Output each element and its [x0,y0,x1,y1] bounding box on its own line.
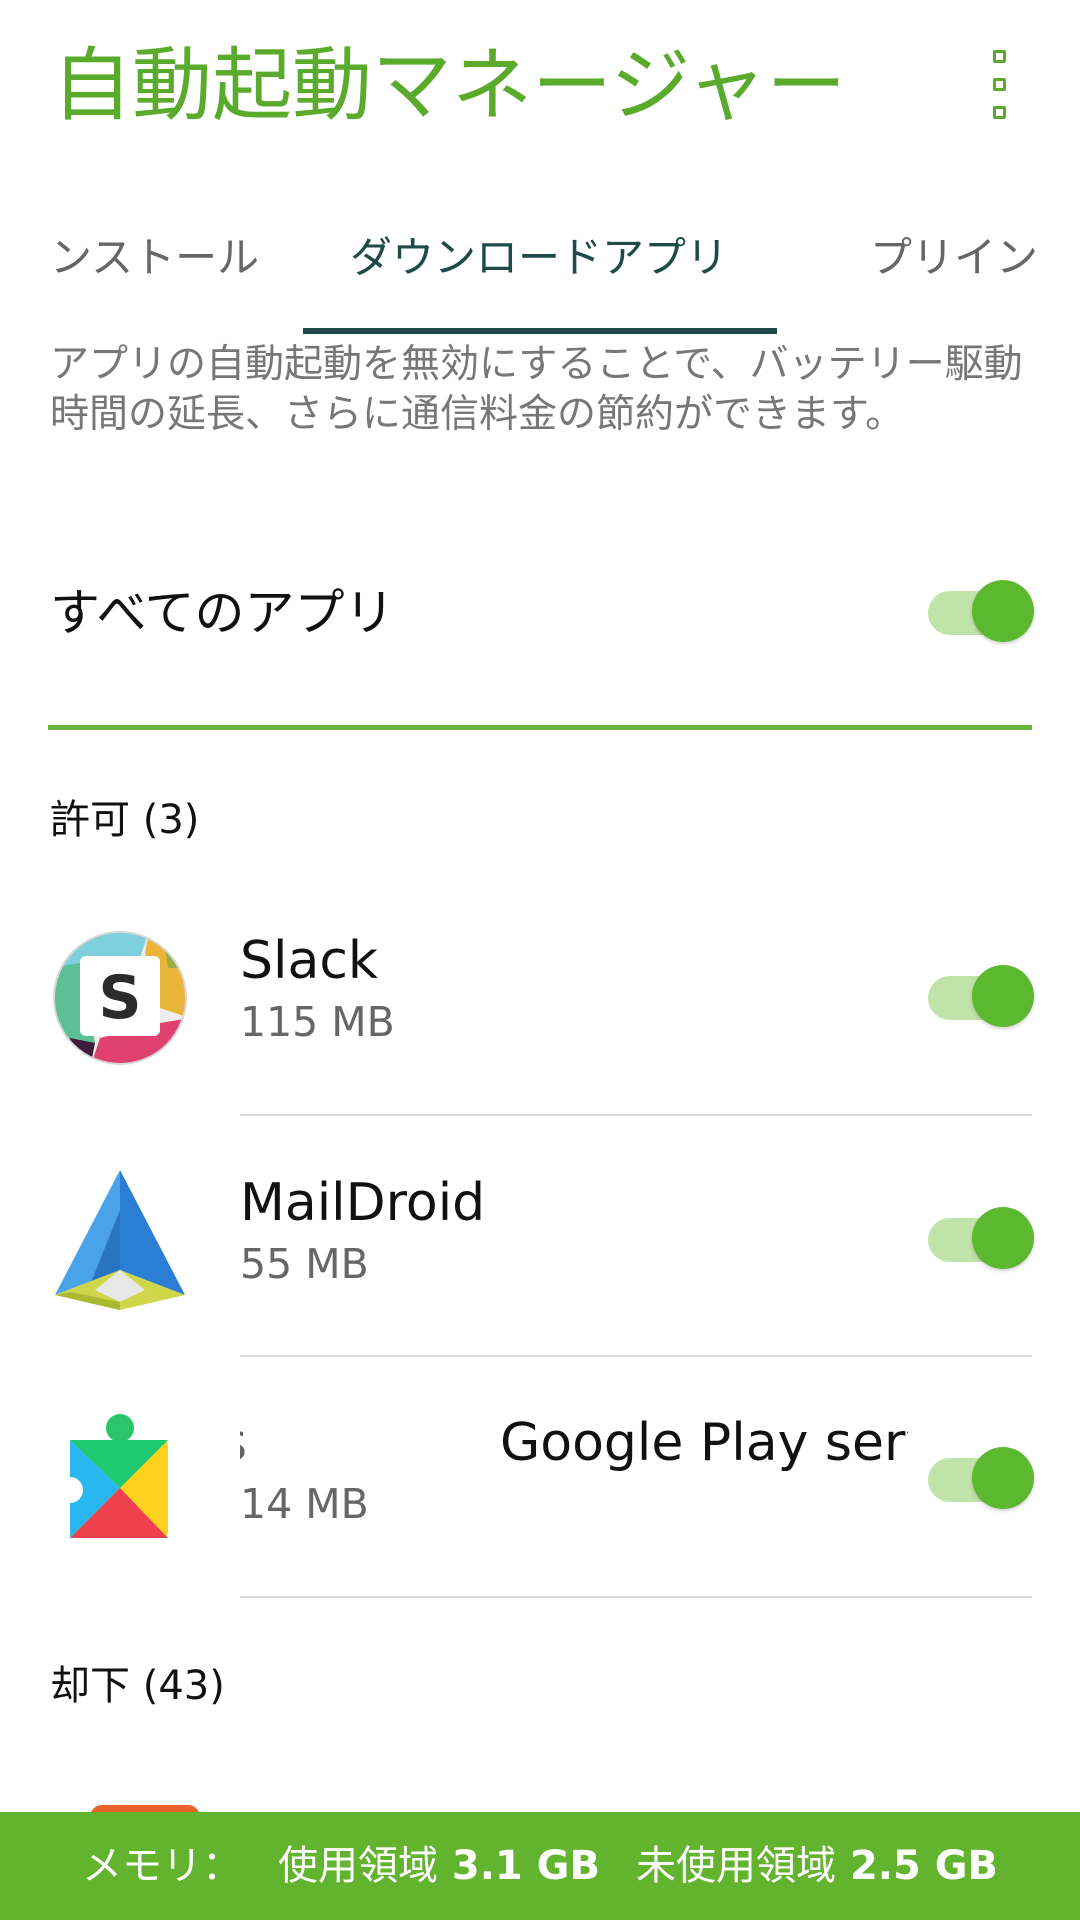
memory-used-label: 使用領域 [277,1843,438,1889]
overflow-menu-icon[interactable] [982,50,1022,120]
toggle-thumb [972,580,1034,642]
app-size: 115 MB [240,998,395,1046]
toggle-thumb [972,965,1034,1027]
description-text: アプリの自動起動を無効にすることで、バッテリー駆動時間の延長、さらに通信料金の節… [50,342,1023,437]
memory-free-label: 未使用領域 [636,1843,836,1889]
allowed-section-header: 許可 (3) [50,797,200,843]
memory-used-value: 3.1 GB [451,1843,600,1889]
tab-installed[interactable]: ンストール [50,228,260,288]
all-apps-toggle[interactable] [928,578,1034,642]
row-divider [240,1114,1032,1116]
maildroid-autostart-toggle[interactable] [928,1205,1034,1269]
row-divider [240,1596,1032,1598]
google-play-services-autostart-toggle[interactable] [928,1445,1034,1509]
menu-dot [993,50,1006,63]
google-play-services-icon [50,1410,190,1550]
menu-dot [993,106,1006,119]
row-divider [240,1355,1032,1357]
toggle-thumb [972,1447,1034,1509]
app-size: 14 MB [240,1480,369,1528]
section-divider [48,725,1032,730]
denied-section-header: 却下 (43) [50,1663,225,1709]
toggle-thumb [972,1207,1034,1269]
all-apps-label: すべてのアプリ [50,584,395,642]
app-name: MailDroid [240,1173,486,1233]
slack-autostart-toggle[interactable] [928,963,1034,1027]
page-title: 自動起動マネージャー [52,39,847,132]
slack-icon: S [50,928,190,1068]
app-name-marquee: s Google Play servi [240,1410,908,1480]
app-name: Slack [240,931,379,991]
maildroid-icon [50,1170,190,1310]
app-row-maildroid[interactable]: MailDroid 55 MB [0,1170,1080,1411]
autostart-manager-screen: 自動起動マネージャー ンストール ダウンロードアプリ プリイン アプリの自動起動… [0,0,1080,1920]
memory-status-bar: メモリ： 使用領域 3.1 GB 未使用領域 2.5 GB [0,1812,1080,1920]
tab-bar: ンストール ダウンロードアプリ プリイン [0,210,1080,335]
app-row-slack[interactable]: S Slack 115 MB [0,928,1080,1169]
app-name: Google Play servi [500,1413,908,1473]
menu-dot [993,78,1006,91]
memory-free-value: 2.5 GB [849,1843,999,1889]
active-tab-indicator [303,328,777,334]
memory-label: メモリ： [81,1843,242,1889]
tab-preinstalled[interactable]: プリイン [870,228,1035,288]
svg-text:S: S [98,963,141,1033]
app-row-google-play-services[interactable]: s Google Play servi 14 MB [0,1410,1080,1651]
app-name-tail: s [240,1410,247,1476]
tab-downloaded-apps[interactable]: ダウンロードアプリ [350,228,728,288]
app-size: 55 MB [240,1240,369,1288]
